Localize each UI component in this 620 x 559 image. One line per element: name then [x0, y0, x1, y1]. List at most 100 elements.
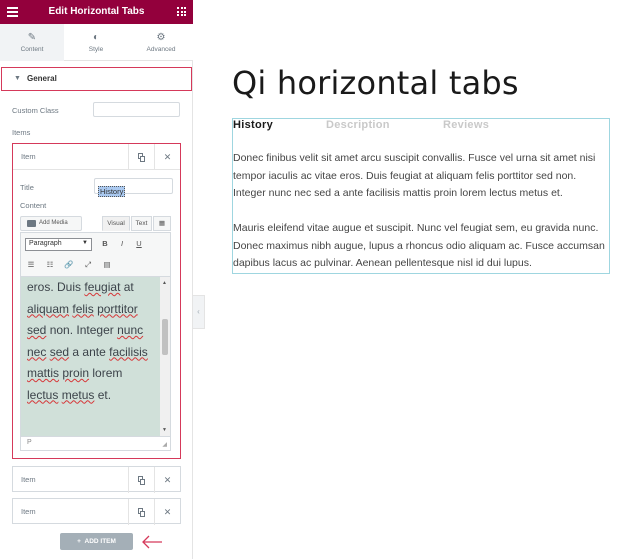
remove-button[interactable]: ✕	[154, 144, 180, 170]
editor-word: Duis	[57, 280, 82, 294]
custom-class-input[interactable]	[93, 102, 180, 117]
paragraph-line: Integer nunc nec sed a ante facilisis ma…	[233, 187, 563, 199]
preview-tab-description[interactable]: Description	[326, 119, 390, 131]
item-name: Item	[21, 152, 36, 161]
editor-word: proin	[62, 366, 90, 380]
resize-grip-icon[interactable]: ◢	[162, 441, 167, 448]
remove-button[interactable]: ✕	[154, 467, 180, 493]
item-header[interactable]: Item ✕	[13, 144, 180, 170]
editor-word: lectus	[27, 387, 59, 402]
preview-heading: Qi horizontal tabs	[232, 64, 519, 102]
paragraph-line: Mauris eleifend vitae augue et suscipit.…	[233, 222, 599, 234]
add-media-button[interactable]: Add Media	[20, 216, 82, 231]
remove-button[interactable]: ✕	[154, 499, 180, 525]
items-label: Items	[12, 128, 31, 137]
editor-word: sed	[49, 344, 70, 359]
editor-scrollbar[interactable]: ▲ ▼	[160, 277, 170, 436]
tab-text[interactable]: Text	[131, 216, 152, 231]
paragraph-line: Donec finibus velit sit amet arcu suscip…	[233, 152, 596, 164]
duplicate-button[interactable]	[128, 499, 154, 525]
contrast-icon: ◐	[92, 32, 100, 43]
collapse-panel-button[interactable]: ‹	[193, 295, 205, 329]
copy-icon	[137, 508, 146, 517]
editor-word: mattis	[27, 366, 60, 380]
editor-word: feugiat	[84, 280, 121, 294]
editor-word: nunc	[117, 323, 144, 337]
paragraph-line: dapibus lacus ac pulvinar. Aenean pellen…	[233, 257, 532, 269]
add-item-label: ADD ITEM	[84, 538, 116, 545]
editor-word: sed	[27, 323, 47, 337]
preview-tab-history[interactable]: History	[233, 119, 273, 131]
tab-content[interactable]: ✎ Content	[0, 24, 64, 61]
duplicate-button[interactable]	[128, 144, 154, 170]
tab-visual[interactable]: Visual	[102, 216, 130, 231]
editor-word: nec	[27, 344, 47, 359]
panel-header: Edit Horizontal Tabs	[0, 0, 193, 24]
add-item-button[interactable]: + ADD ITEM	[60, 533, 133, 550]
close-icon: ✕	[163, 507, 172, 517]
screen: Edit Horizontal Tabs ✎ Content ◐ Style ⚙…	[0, 0, 620, 559]
scroll-up-icon[interactable]: ▲	[162, 280, 167, 286]
bullet-list-icon[interactable]: ☰	[25, 260, 37, 269]
numbered-list-icon[interactable]: ☷	[44, 260, 56, 269]
tab-style[interactable]: ◐ Style	[64, 24, 128, 61]
editor-toolbar: Paragraph ▼ B I U ☰ ☷ 🔗 ⤢ ▤	[20, 232, 171, 276]
editor-word: facilisis	[109, 344, 148, 359]
fullscreen-icon[interactable]: ⤢	[82, 260, 94, 270]
close-icon: ✕	[163, 475, 172, 485]
content-editor[interactable]: eros. Duis feugiat at aliquam felis port…	[20, 276, 171, 437]
item-header[interactable]: Item ✕	[13, 499, 180, 525]
element-path: P	[27, 439, 32, 446]
section-general-header[interactable]: ▼ General	[1, 67, 192, 91]
preview-tab-reviews[interactable]: Reviews	[443, 119, 489, 131]
tab-advanced-label: Advanced	[146, 46, 176, 53]
editor-text: eros. Duis feugiat at aliquam felis port…	[27, 280, 148, 402]
editor-statusbar: P ◢	[20, 437, 171, 451]
scroll-down-icon[interactable]: ▼	[162, 427, 167, 433]
copy-icon	[137, 153, 146, 162]
underline-icon[interactable]: U	[133, 239, 145, 248]
title-value: History	[98, 186, 126, 197]
editor-word: at	[123, 280, 134, 294]
caret-down-icon: ▼	[14, 75, 21, 82]
editor-word: et.	[97, 387, 112, 402]
section-title: General	[27, 74, 57, 83]
editor-word: lorem	[92, 366, 123, 380]
close-icon: ✕	[163, 152, 172, 162]
title-input[interactable]: History	[94, 178, 173, 197]
toolbar-toggle-icon[interactable]: ▦	[153, 216, 171, 231]
widgets-grid-icon[interactable]	[177, 7, 186, 16]
tab-style-label: Style	[88, 46, 104, 53]
content-label: Content	[20, 201, 47, 210]
add-media-label: Add Media	[39, 220, 68, 226]
item-name: Item	[21, 475, 36, 484]
repeater-item-expanded: Item ✕ Title History Content Add Media V…	[12, 143, 181, 459]
editor-word: porttitor	[97, 301, 138, 316]
editor-word: eros	[27, 280, 51, 294]
media-icon	[27, 220, 36, 227]
panel-tabs: ✎ Content ◐ Style ⚙ Advanced	[0, 24, 193, 61]
editor-panel: Edit Horizontal Tabs ✎ Content ◐ Style ⚙…	[0, 0, 193, 559]
panel-title: Edit Horizontal Tabs	[48, 6, 145, 17]
item-header[interactable]: Item ✕	[13, 467, 180, 493]
repeater-item-collapsed[interactable]: Item ✕	[12, 498, 181, 525]
item-name: Item	[21, 507, 36, 516]
editor-word: a ante	[72, 344, 106, 359]
scroll-thumb[interactable]	[162, 319, 168, 355]
tab-content-label: Content	[20, 46, 44, 53]
kitchen-sink-icon[interactable]: ▤	[101, 260, 113, 269]
tab-paragraph: Mauris eleifend vitae augue et suscipit.…	[233, 220, 611, 273]
chevron-down-icon: ▼	[82, 240, 88, 246]
repeater-item-collapsed[interactable]: Item ✕	[12, 466, 181, 493]
duplicate-button[interactable]	[128, 467, 154, 493]
custom-class-label: Custom Class	[12, 106, 59, 115]
tab-advanced[interactable]: ⚙ Advanced	[129, 24, 193, 61]
format-select-value: Paragraph	[29, 240, 62, 247]
editor-word: aliquam	[27, 301, 70, 316]
italic-icon[interactable]: I	[116, 239, 128, 248]
bold-icon[interactable]: B	[99, 239, 111, 248]
link-icon[interactable]: 🔗	[63, 260, 75, 269]
paragraph-line: tempor iaculis ac vitae eros. Duis feugi…	[233, 169, 577, 182]
format-select[interactable]: Paragraph ▼	[25, 238, 92, 251]
pencil-icon: ✎	[27, 32, 37, 43]
